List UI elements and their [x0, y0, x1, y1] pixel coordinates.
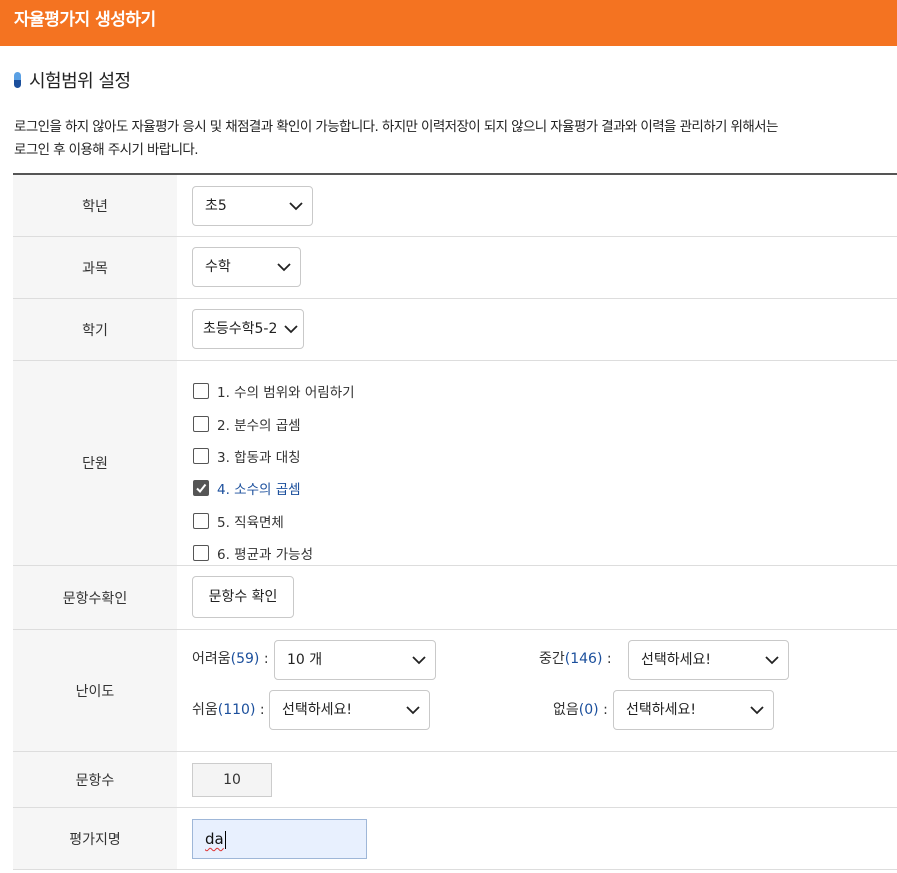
unit-checkbox-2[interactable]: 2. 분수의 곱셈	[193, 407, 355, 439]
difficulty-hard-select[interactable]: 10 개	[274, 640, 436, 680]
pill-bullet-icon	[14, 72, 21, 88]
chevron-down-icon	[406, 706, 420, 715]
unit-checkbox-1[interactable]: 1. 수의 범위와 어림하기	[193, 375, 355, 407]
row-units: 단원 1. 수의 범위와 어림하기 2. 분수의 곱셈 3. 합동과 대칭 4.…	[13, 361, 897, 566]
difficulty-easy-value: 선택하세요!	[282, 702, 353, 718]
checkbox-checked[interactable]	[193, 480, 209, 497]
grade-select-value: 초5	[205, 198, 227, 214]
unit-checkbox-5[interactable]: 5. 직육면체	[193, 505, 355, 537]
page-header-title: 자율평가지 생성하기	[14, 10, 156, 30]
unit-checkbox-4[interactable]: 4. 소수의 곱셈	[193, 472, 355, 504]
checkbox[interactable]	[193, 512, 209, 529]
section-title: 시험범위 설정	[14, 66, 131, 94]
difficulty-name: 어려움	[192, 651, 231, 667]
login-notice: 로그인을 하지 않아도 자율평가 응시 및 채점결과 확인이 가능합니다. 하지…	[14, 116, 894, 162]
grade-select[interactable]: 초5	[192, 186, 313, 226]
difficulty-easy-label: 쉬움(110) :	[192, 699, 265, 719]
chevron-down-icon	[412, 656, 426, 665]
row-exam-name: 평가지명 da	[13, 808, 897, 870]
difficulty-count: (59)	[230, 651, 260, 667]
difficulty-count: (146)	[564, 651, 603, 667]
row-difficulty: 난이도 어려움(59) : 10 개 중간(146) : 선택하세요! 쉬움(1…	[13, 630, 897, 752]
units-label: 단원	[13, 361, 177, 565]
difficulty-medium-label: 중간(146) :	[539, 648, 612, 668]
question-check-label: 문항수확인	[13, 566, 177, 629]
difficulty-hard-label: 어려움(59) :	[192, 648, 269, 668]
unit-label: 2. 분수의 곱셈	[217, 417, 301, 434]
question-count-label: 문항수	[13, 752, 177, 807]
checkmark-icon	[196, 484, 207, 494]
grade-label: 학년	[13, 175, 177, 236]
difficulty-name: 없음	[553, 702, 579, 718]
difficulty-easy-select[interactable]: 선택하세요!	[269, 690, 430, 730]
difficulty-label: 난이도	[13, 630, 177, 751]
checkbox[interactable]	[193, 383, 209, 400]
difficulty-name: 중간	[539, 651, 565, 667]
question-count-field: 10	[192, 763, 272, 797]
chevron-down-icon	[289, 202, 303, 211]
unit-label: 1. 수의 범위와 어림하기	[217, 385, 355, 402]
section-title-text: 시험범위 설정	[29, 71, 131, 92]
unit-label: 6. 평균과 가능성	[217, 547, 313, 564]
semester-select[interactable]: 초등수학5-2	[192, 309, 304, 349]
row-semester: 학기 초등수학5-2	[13, 299, 897, 361]
chevron-down-icon	[277, 263, 291, 272]
checkbox[interactable]	[193, 415, 209, 432]
semester-select-value: 초등수학5-2	[203, 321, 278, 337]
notice-line-1: 로그인을 하지 않아도 자율평가 응시 및 채점결과 확인이 가능합니다. 하지…	[14, 119, 778, 135]
subject-select-value: 수학	[205, 259, 231, 275]
difficulty-none-label: 없음(0) :	[553, 699, 608, 719]
row-question-count: 문항수 10	[13, 752, 897, 808]
subject-select[interactable]: 수학	[192, 247, 301, 287]
row-question-check: 문항수확인 문항수 확인	[13, 566, 897, 630]
unit-label: 4. 소수의 곱셈	[217, 482, 301, 499]
difficulty-separator: :	[603, 702, 608, 718]
semester-label: 학기	[13, 299, 177, 360]
difficulty-medium-value: 선택하세요!	[641, 652, 712, 668]
difficulty-count: (0)	[578, 702, 599, 718]
unit-label: 5. 직육면체	[217, 514, 284, 531]
checkbox[interactable]	[193, 545, 209, 562]
page-header: 자율평가지 생성하기	[0, 0, 897, 46]
unit-label: 3. 합동과 대칭	[217, 449, 301, 466]
text-caret	[224, 830, 226, 849]
unit-checkbox-6[interactable]: 6. 평균과 가능성	[193, 537, 355, 569]
exam-name-value: da	[205, 830, 224, 848]
chevron-down-icon	[750, 706, 764, 715]
difficulty-separator: :	[263, 651, 269, 667]
row-subject: 과목 수학	[13, 237, 897, 299]
difficulty-none-select[interactable]: 선택하세요!	[613, 690, 774, 730]
exam-range-form: 학년 초5 과목 수학 학기 초등수학5-2 단원 1. 수의 범위와 어림하기…	[13, 173, 897, 870]
subject-label: 과목	[13, 237, 177, 298]
exam-name-label: 평가지명	[13, 808, 177, 869]
difficulty-name: 쉬움	[192, 702, 218, 718]
difficulty-separator: :	[259, 702, 265, 718]
check-question-count-button[interactable]: 문항수 확인	[192, 576, 294, 618]
difficulty-none-value: 선택하세요!	[626, 702, 697, 718]
notice-line-2: 로그인 후 이용해 주시기 바랍니다.	[14, 142, 199, 158]
exam-name-input[interactable]: da	[192, 819, 367, 859]
chevron-down-icon	[765, 656, 779, 665]
row-grade: 학년 초5	[13, 175, 897, 237]
difficulty-medium-select[interactable]: 선택하세요!	[628, 640, 789, 680]
difficulty-count: (110)	[217, 702, 256, 718]
unit-checkbox-list: 1. 수의 범위와 어림하기 2. 분수의 곱셈 3. 합동과 대칭 4. 소수…	[193, 375, 355, 569]
unit-checkbox-3[interactable]: 3. 합동과 대칭	[193, 440, 355, 472]
chevron-down-icon	[284, 325, 298, 334]
difficulty-hard-value: 10 개	[287, 652, 323, 668]
difficulty-separator: :	[606, 651, 612, 667]
checkbox[interactable]	[193, 447, 209, 464]
